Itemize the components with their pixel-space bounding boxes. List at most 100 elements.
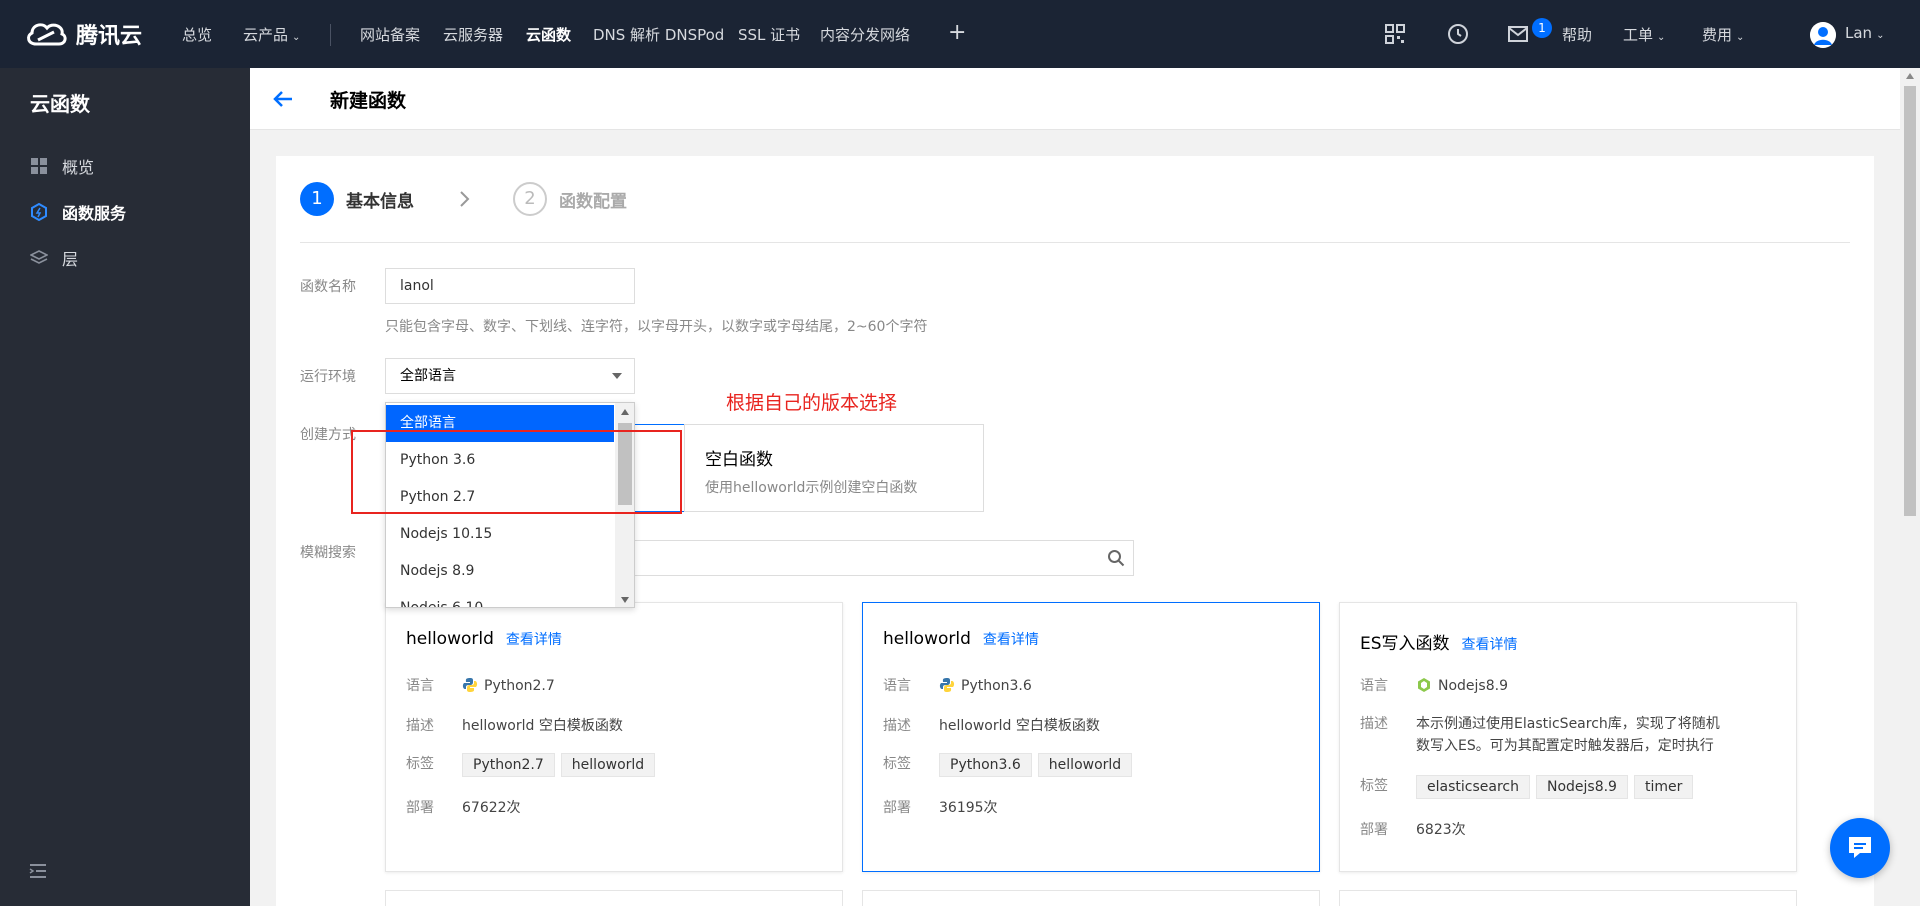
row-value: Nodejs8.9	[1416, 675, 1508, 697]
page-scroll-thumb[interactable]	[1904, 86, 1916, 516]
chat-support-button[interactable]	[1830, 818, 1890, 878]
row-key: 标签	[1360, 778, 1388, 794]
hexagon-icon	[31, 203, 47, 221]
page-scrollbar[interactable]	[1900, 68, 1920, 906]
brand-name: 腾讯云	[76, 24, 143, 49]
template-lang-row: 语言 Python2.7	[406, 675, 555, 697]
template-name-text: helloworld	[883, 629, 971, 649]
message-count-badge: 1	[1532, 18, 1552, 38]
nav-cdn[interactable]: 内容分发网络	[820, 24, 910, 45]
top-navbar: 腾讯云 总览 云产品 ⌄ 网站备案 云服务器 云函数 DNS 解析 DNSPod …	[0, 0, 1920, 68]
nav-overview[interactable]: 总览	[182, 24, 212, 45]
nav-add[interactable]: +	[948, 20, 966, 45]
chat-bubble-icon	[1849, 837, 1871, 858]
view-details-link[interactable]: 查看详情	[506, 632, 562, 648]
collapse-menu-icon[interactable]	[28, 861, 48, 881]
row-value: 36195次	[939, 800, 998, 816]
scroll-up-icon[interactable]	[621, 409, 629, 415]
desc-line: 本示例通过使用ElasticSearch库，实现了将随机	[1416, 716, 1720, 732]
runtime-option[interactable]: Nodejs 10.15	[386, 516, 614, 553]
nav-help[interactable]: 帮助	[1562, 24, 1592, 45]
nav-scf[interactable]: 云函数	[526, 24, 571, 45]
nav-dnspod[interactable]: DNS 解析 DNSPod	[593, 24, 724, 45]
nav-divider	[330, 24, 331, 46]
nav-products[interactable]: 云产品 ⌄	[243, 24, 300, 45]
sidebar-item-overview[interactable]: 概览	[30, 154, 94, 178]
function-name-input[interactable]: lanol	[385, 268, 635, 304]
function-name-hint: 只能包含字母、数字、下划线、连字符，以字母开头，以数字或字母结尾，2~60个字符	[385, 319, 928, 335]
sidebar-item-label: 概览	[62, 158, 95, 177]
template-card-partial[interactable]	[1339, 890, 1797, 906]
view-details-link[interactable]: 查看详情	[1462, 637, 1518, 653]
runtime-option[interactable]: Nodejs 8.9	[386, 553, 614, 590]
method-blank-card[interactable]: 空白函数 使用helloworld示例创建空白函数	[684, 424, 984, 512]
template-name: ES写入函数 查看详情	[1360, 629, 1518, 654]
user-icon	[1810, 22, 1836, 48]
nav-billing[interactable]: 费用 ⌄	[1702, 24, 1744, 45]
template-card-partial[interactable]	[862, 890, 1320, 906]
nav-cvm[interactable]: 云服务器	[443, 24, 503, 45]
dropdown-arrow-icon	[612, 373, 622, 379]
brand-logo[interactable]: 腾讯云	[24, 18, 142, 50]
step-divider	[300, 242, 1850, 243]
step-1: 1 基本信息	[300, 182, 414, 216]
user-menu[interactable]: Lan ⌄	[1845, 24, 1884, 42]
runtime-option[interactable]: Nodejs 6.10	[386, 590, 614, 607]
qrcode-icon[interactable]	[1383, 22, 1407, 46]
method-blank-title: 空白函数	[705, 450, 773, 470]
row-value: helloworld 空白模板函数	[939, 718, 1100, 734]
cloud-logo-icon	[27, 23, 67, 46]
template-lang-row: 语言 Nodejs8.9	[1360, 675, 1508, 697]
app-root: 腾讯云 总览 云产品 ⌄ 网站备案 云服务器 云函数 DNS 解析 DNSPod …	[0, 0, 1920, 906]
back-arrow-icon[interactable]	[272, 88, 294, 110]
template-card-python27[interactable]: helloworld 查看详情 语言 Python2.7 描述 helloworld …	[385, 602, 843, 872]
template-name: helloworld 查看详情	[406, 629, 562, 649]
grid-icon	[31, 158, 47, 174]
step-number: 2	[513, 182, 547, 216]
row-key: 标签	[883, 756, 911, 772]
template-card-python36[interactable]: helloworld 查看详情 语言 Python3.6 描述 helloworld …	[862, 602, 1320, 872]
chevron-down-icon: ⌄	[1736, 32, 1745, 43]
row-key: 部署	[1360, 822, 1388, 838]
nav-ticket[interactable]: 工单 ⌄	[1623, 24, 1665, 45]
template-card-es-write[interactable]: ES写入函数 查看详情 语言 Nodejs8.9 描述 本示例通过使用ElasticS…	[1339, 602, 1797, 872]
method-blank-desc: 使用helloworld示例创建空白函数	[705, 480, 918, 496]
runtime-select[interactable]: 全部语言	[385, 358, 635, 394]
fuzzy-search-label: 模糊搜索	[300, 545, 356, 561]
create-function-card: 1 基本信息 2 函数配置 函数名称 lanol 只能包含字母、数字、下划线、连…	[276, 156, 1874, 906]
lang-text: Python2.7	[484, 678, 555, 694]
template-desc-row: 描述 本示例通过使用ElasticSearch库，实现了将随机 数写入ES。可为其配…	[1360, 713, 1720, 757]
scroll-up-icon[interactable]	[1906, 73, 1914, 79]
row-key: 标签	[406, 756, 434, 772]
template-tags-row: 标签 elasticsearch Nodejs8.9 timer	[1360, 775, 1699, 799]
view-details-link[interactable]: 查看详情	[983, 632, 1039, 648]
lang-text: Nodejs8.9	[1438, 678, 1508, 694]
sidebar-item-functions[interactable]: 函数服务	[30, 200, 126, 224]
row-value: 6823次	[1416, 822, 1466, 838]
row-value: Python3.6	[939, 675, 1032, 697]
nav-ssl[interactable]: SSL 证书	[738, 24, 800, 45]
template-name: helloworld 查看详情	[883, 629, 1039, 649]
user-avatar[interactable]	[1810, 22, 1836, 48]
search-icon[interactable]	[1107, 549, 1125, 567]
annotation-text: 根据自己的版本选择	[726, 392, 898, 414]
mail-icon[interactable]	[1506, 22, 1530, 46]
template-tags-row: 标签 Python3.6 helloworld	[883, 753, 1138, 777]
step-2: 2 函数配置	[513, 182, 627, 216]
template-deploy-row: 部署 67622次	[406, 797, 521, 819]
row-value: 67622次	[462, 800, 521, 816]
row-key: 描述	[1360, 716, 1388, 732]
sidebar-item-layers[interactable]: 层	[30, 246, 78, 270]
chevron-right-icon	[460, 191, 470, 207]
row-value: helloworld 空白模板函数	[462, 718, 623, 734]
template-name-text: ES写入函数	[1360, 634, 1450, 654]
row-key: 语言	[1360, 678, 1388, 694]
template-deploy-row: 部署 6823次	[1360, 819, 1466, 841]
sidebar-item-label: 层	[62, 250, 79, 269]
step-label: 函数配置	[559, 191, 627, 212]
scroll-down-icon[interactable]	[621, 597, 629, 603]
template-desc-row: 描述 helloworld 空白模板函数	[883, 715, 1100, 737]
template-card-partial[interactable]	[385, 890, 843, 906]
clock-icon[interactable]	[1446, 22, 1470, 46]
nav-icp[interactable]: 网站备案	[360, 24, 420, 45]
